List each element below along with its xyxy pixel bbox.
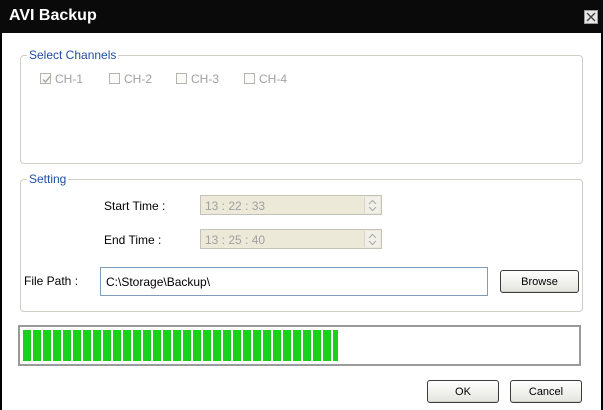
file-path-input[interactable]	[100, 267, 488, 296]
ok-button[interactable]: OK	[427, 380, 499, 403]
spin-up-icon	[368, 199, 377, 205]
cancel-button[interactable]: Cancel	[510, 380, 582, 403]
setting-legend: Setting	[29, 172, 67, 186]
checkmark-icon	[42, 76, 51, 84]
checkbox-box	[244, 73, 255, 84]
browse-button[interactable]: Browse	[500, 270, 579, 293]
end-time-label: End Time :	[104, 233, 162, 247]
checkbox-box	[109, 73, 120, 84]
checkbox-box	[40, 73, 51, 84]
window-title: AVI Backup	[9, 7, 97, 24]
checkbox-box	[176, 73, 187, 84]
start-time-spin-buttons[interactable]	[364, 197, 380, 213]
start-time-label: Start Time :	[104, 199, 166, 213]
close-button[interactable]	[584, 10, 598, 24]
spin-up-icon	[368, 233, 377, 239]
spin-down-icon	[368, 206, 377, 212]
start-time-value: 13 : 22 : 33	[205, 199, 266, 213]
file-path-label: File Path :	[24, 274, 79, 288]
start-time-spinner[interactable]: 13 : 22 : 33	[200, 195, 382, 215]
select-channels-group: Select Channels	[20, 48, 583, 164]
title-bar[interactable]: AVI Backup	[0, 0, 603, 33]
channel-label: CH-2	[124, 72, 153, 86]
progress-fill	[23, 330, 338, 361]
end-time-spin-buttons[interactable]	[364, 231, 380, 247]
spin-down-icon	[368, 240, 377, 246]
select-channels-legend: Select Channels	[29, 48, 117, 62]
end-time-value: 13 : 25 : 40	[205, 233, 266, 247]
channel-label: CH-3	[191, 72, 220, 86]
backup-progress-bar	[18, 325, 581, 366]
close-icon	[586, 12, 596, 22]
window-border-left	[0, 33, 2, 410]
channel-label: CH-4	[259, 72, 288, 86]
channel-label: CH-1	[55, 72, 84, 86]
end-time-spinner[interactable]: 13 : 25 : 40	[200, 229, 382, 249]
